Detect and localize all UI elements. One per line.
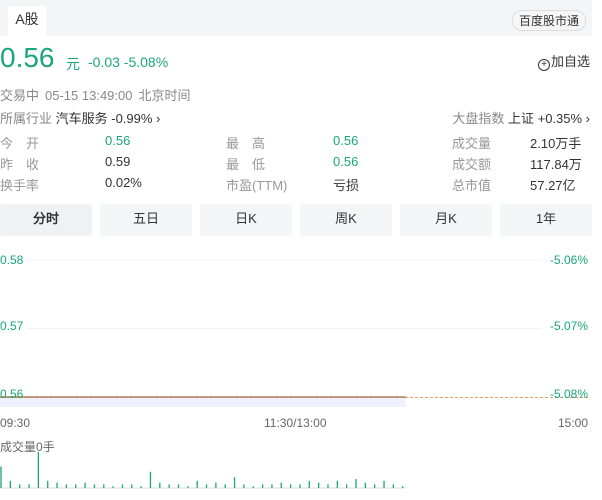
y-tick-right: -5.07%	[549, 319, 588, 333]
x-tick: 11:30/13:00	[264, 416, 327, 430]
y-tick-right: -5.06%	[549, 253, 588, 267]
x-tick: 09:30	[0, 416, 31, 430]
y-tick: 0.57	[0, 319, 24, 333]
price-area	[0, 397, 406, 407]
x-tick: 15:00	[557, 416, 588, 430]
y-tick-right: -5.08%	[549, 387, 588, 401]
volume-label: 成交量0手	[0, 440, 55, 454]
y-tick: 0.56	[0, 387, 24, 401]
y-tick: 0.58	[0, 253, 24, 267]
